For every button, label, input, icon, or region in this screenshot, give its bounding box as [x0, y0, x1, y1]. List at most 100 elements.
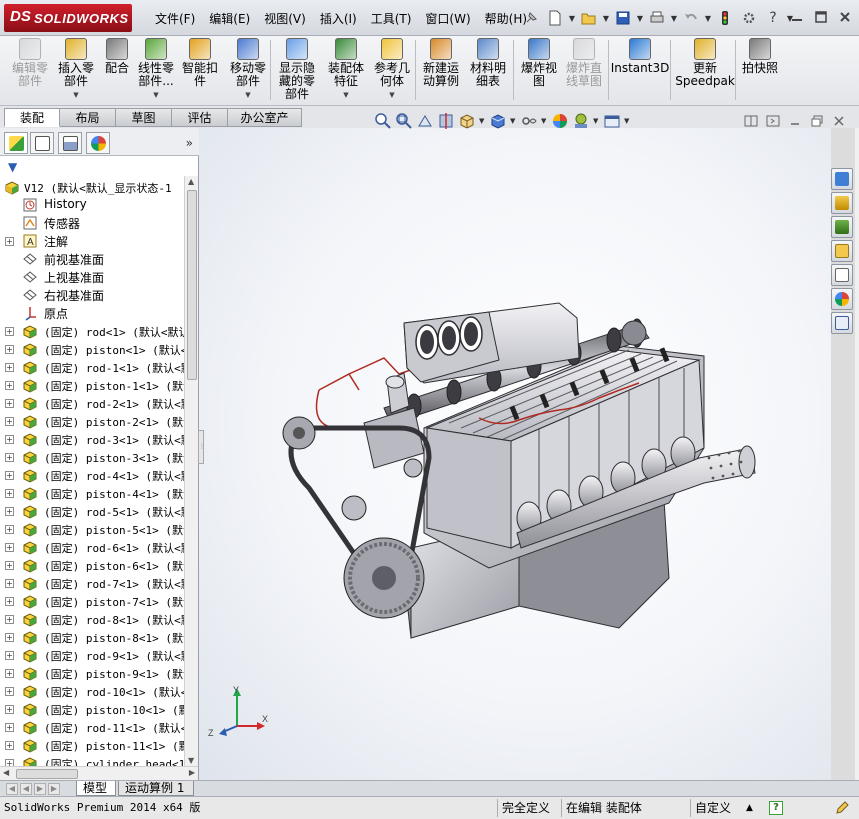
open-icon[interactable] [578, 7, 600, 29]
tab-prev-icon[interactable]: ◀ [20, 783, 32, 795]
expand-icon[interactable]: + [5, 669, 14, 678]
configuration-manager-icon[interactable] [58, 132, 82, 154]
scroll-left-icon[interactable]: ◀ [3, 768, 9, 777]
new-dropdown-icon[interactable]: ▼ [568, 14, 576, 23]
menu-item-1[interactable]: 编辑(E) [202, 9, 257, 28]
expand-icon[interactable]: + [5, 741, 14, 750]
scroll-right-icon[interactable]: ▶ [189, 768, 195, 777]
tree-item-component[interactable]: + (固定) piston-8<1> (默认 [0, 628, 184, 646]
engine-model[interactable] [199, 128, 831, 780]
chevron-down-icon[interactable]: ▼ [153, 89, 158, 102]
expand-icon[interactable]: + [5, 417, 14, 426]
cm-tab-4[interactable]: 办公室产品 [228, 108, 302, 143]
tree-item-component[interactable]: + (固定) piston-2<1> (默认 [0, 412, 184, 430]
tree-item-component[interactable]: + (固定) rod-9<1> (默认<默 [0, 646, 184, 664]
cm-tab-0[interactable]: 装配体 [4, 108, 60, 143]
filter-icon[interactable]: ▼ [8, 160, 17, 174]
section-view-icon[interactable] [437, 112, 455, 130]
cmd-button-reference-geometry[interactable]: 参考几 何体 ▼ [372, 38, 412, 104]
tree-hscroll-thumb[interactable] [16, 769, 78, 779]
undo-icon[interactable] [680, 7, 702, 29]
tree-item-component[interactable]: + (固定) rod-10<1> (默认< [0, 682, 184, 700]
units-status[interactable]: 自定义 [690, 799, 731, 817]
solidworks-logo[interactable]: DS SOLIDWORKS [4, 4, 132, 32]
tree-scroll-thumb[interactable] [187, 190, 197, 380]
expand-icon[interactable]: + [5, 759, 14, 766]
cmd-button-new-motion-study[interactable]: 新建运 动算例 [420, 38, 462, 104]
tree-root-assembly[interactable]: V12 (默认<默认_显示状态-1 [0, 178, 184, 196]
expand-icon[interactable]: + [5, 687, 14, 696]
expand-icon[interactable]: + [5, 579, 14, 588]
expand-icon[interactable]: + [5, 507, 14, 516]
cmd-button-explode-line-sketch[interactable]: 爆炸直 线草图 [564, 38, 604, 104]
property-manager-icon[interactable] [30, 132, 54, 154]
cmd-button-mate[interactable]: 配合 [102, 38, 132, 104]
tree-item-component[interactable]: + (固定) piston-5<1> (默认 [0, 520, 184, 538]
print-dropdown-icon[interactable]: ▼ [670, 14, 678, 23]
edit-appearance-icon[interactable] [551, 112, 569, 130]
cm-tab-1[interactable]: 布局 [60, 108, 116, 127]
expand-icon[interactable]: + [5, 561, 14, 570]
tree-item-component[interactable]: + (固定) piston-6<1> (默认 [0, 556, 184, 574]
tab-last-icon[interactable]: ▶ [48, 783, 60, 795]
tree-item-component[interactable]: + (固定) rod-7<1> (默认<默 [0, 574, 184, 592]
tab-next-icon[interactable]: ▶ [34, 783, 46, 795]
panel-splitter-handle[interactable]: ⋮ [198, 430, 205, 464]
tree-item-history[interactable]: History [0, 196, 184, 214]
status-help-icon[interactable]: ? [769, 801, 783, 815]
apply-scene-icon[interactable] [572, 112, 590, 130]
tree-item-sensor[interactable]: 传感器 [0, 214, 184, 232]
cmd-button-linear-pattern[interactable]: 线性零 部件... ▼ [136, 38, 176, 104]
chevron-down-icon[interactable]: ▼ [343, 89, 348, 102]
display-style-icon[interactable] [489, 112, 507, 130]
feature-manager-icon[interactable] [4, 132, 28, 154]
menu-item-4[interactable]: 工具(T) [364, 9, 419, 28]
save-dropdown-icon[interactable]: ▼ [636, 14, 644, 23]
expand-panel-icon[interactable]: » [186, 136, 193, 150]
previous-view-icon[interactable] [416, 112, 434, 130]
tree-vertical-scrollbar[interactable]: ▲ ▼ [184, 176, 198, 766]
menu-item-5[interactable]: 窗口(W) [418, 9, 477, 28]
view-settings-icon[interactable] [603, 112, 621, 130]
tree-item-component[interactable]: + (固定) rod-8<1> (默认<默 [0, 610, 184, 628]
cmd-button-smart-fasteners[interactable]: 智能扣 件 [180, 38, 220, 104]
chevron-down-icon[interactable]: ▼ [73, 89, 78, 102]
cmd-button-show-hidden[interactable]: 显示隐 藏的零 部件 [277, 38, 317, 104]
tree-item-component[interactable]: + (固定) rod-3<1> (默认<默 [0, 430, 184, 448]
tooltip-pencil-icon[interactable] [834, 800, 850, 818]
expand-icon[interactable]: + [5, 363, 14, 372]
expand-icon[interactable]: + [5, 237, 14, 246]
new-document-icon[interactable] [544, 7, 566, 29]
viewport-tile-icon[interactable] [743, 114, 759, 128]
chevron-down-icon[interactable]: ▼ [389, 89, 394, 102]
tree-item-component[interactable]: + (固定) piston-4<1> (默认 [0, 484, 184, 502]
zoom-to-area-icon[interactable] [395, 112, 413, 130]
tree-item-plane[interactable]: 前视基准面 [0, 250, 184, 268]
tree-item-component[interactable]: + (固定) rod-6<1> (默认<默 [0, 538, 184, 556]
model-tab-0[interactable]: 模型 [76, 781, 116, 796]
expand-icon[interactable]: + [5, 615, 14, 624]
custom-properties-icon[interactable] [831, 264, 853, 286]
cm-tab-2[interactable]: 草图 [116, 108, 172, 127]
undo-dropdown-icon[interactable]: ▼ [704, 14, 712, 23]
hide-show-dropdown-icon[interactable]: ▼ [541, 117, 548, 125]
cmd-button-bom[interactable]: 材料明 细表 [468, 38, 508, 104]
pin-icon[interactable] [520, 7, 542, 29]
expand-icon[interactable]: + [5, 435, 14, 444]
tree-item-component[interactable]: + (固定) piston-11<1> (默 [0, 736, 184, 754]
open-dropdown-icon[interactable]: ▼ [602, 14, 610, 23]
expand-icon[interactable]: + [5, 471, 14, 480]
expand-icon[interactable]: + [5, 345, 14, 354]
tree-item-plane[interactable]: 上视基准面 [0, 268, 184, 286]
tree-item-component[interactable]: + (固定) rod-2<1> (默认<默 [0, 394, 184, 412]
properties-icon[interactable] [831, 312, 853, 334]
tree-item-component[interactable]: + (固定) rod-4<1> (默认<默 [0, 466, 184, 484]
apply-scene-dropdown-icon[interactable]: ▼ [593, 117, 600, 125]
expand-icon[interactable]: + [5, 723, 14, 732]
display-style-dropdown-icon[interactable]: ▼ [510, 117, 517, 125]
help-icon[interactable]: ? [762, 7, 784, 29]
tab-first-icon[interactable]: ◀ [6, 783, 18, 795]
appearances-icon[interactable] [831, 288, 853, 310]
expand-icon[interactable]: + [5, 633, 14, 642]
view-palette-icon[interactable] [831, 240, 853, 262]
